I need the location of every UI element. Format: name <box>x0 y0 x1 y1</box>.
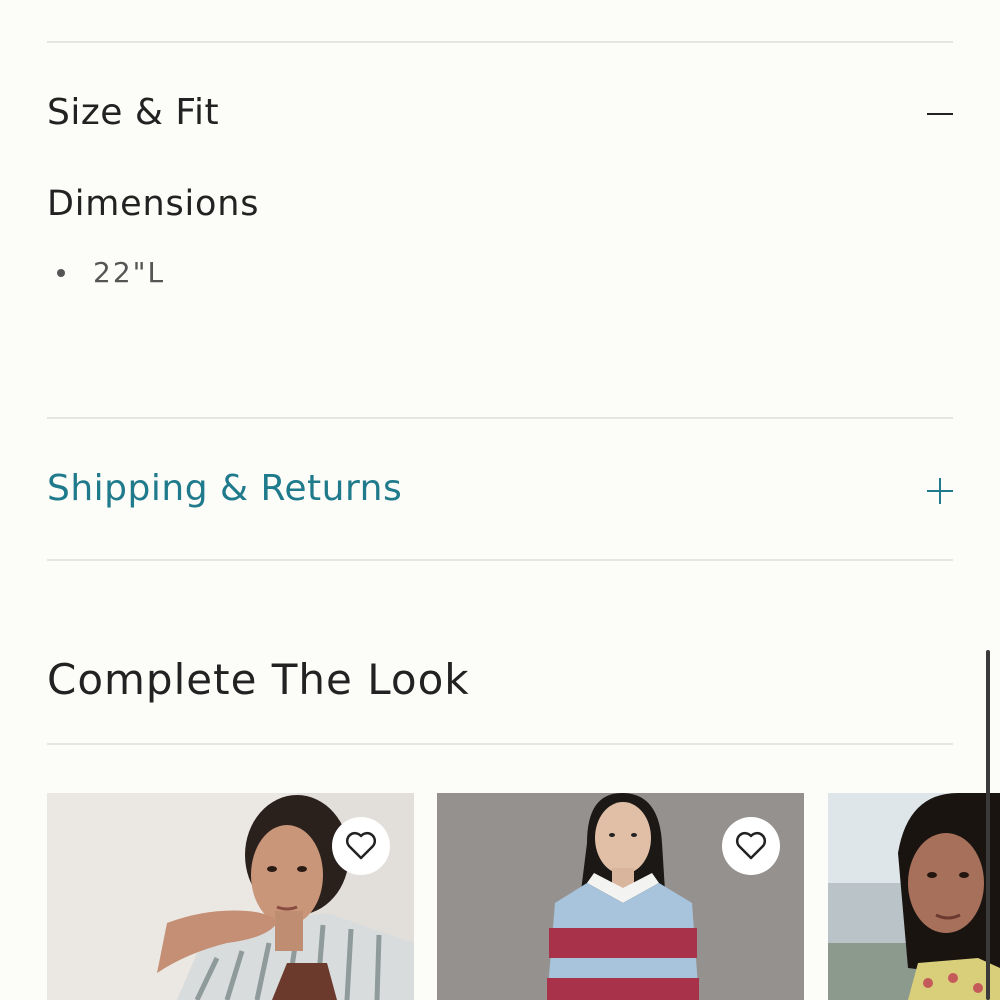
divider <box>47 417 953 419</box>
heart-icon <box>735 831 767 860</box>
minus-icon[interactable] <box>926 100 954 128</box>
divider <box>47 41 953 43</box>
heart-icon <box>345 831 377 860</box>
complete-the-look-title: Complete The Look <box>47 655 470 704</box>
dimension-list-item: 22"L <box>57 256 165 289</box>
product-card[interactable] <box>47 793 414 1000</box>
divider <box>47 743 953 745</box>
shipping-returns-title: Shipping & Returns <box>47 468 403 509</box>
dimension-value: 22"L <box>93 256 166 289</box>
favorite-button[interactable] <box>332 817 390 875</box>
plus-icon[interactable] <box>926 477 954 505</box>
dimensions-heading: Dimensions <box>47 184 260 224</box>
size-fit-title: Size & Fit <box>47 92 220 133</box>
product-card[interactable] <box>437 793 804 1000</box>
favorite-button[interactable] <box>722 817 780 875</box>
bullet-icon <box>57 268 65 277</box>
product-details-page: Size & Fit Dimensions 22"L Shipping & Re… <box>0 0 1000 1000</box>
divider <box>47 559 953 561</box>
product-card[interactable] <box>828 793 1000 1000</box>
scrollbar[interactable] <box>986 650 990 1000</box>
woman-floral-top-photo[interactable] <box>828 793 1000 1000</box>
